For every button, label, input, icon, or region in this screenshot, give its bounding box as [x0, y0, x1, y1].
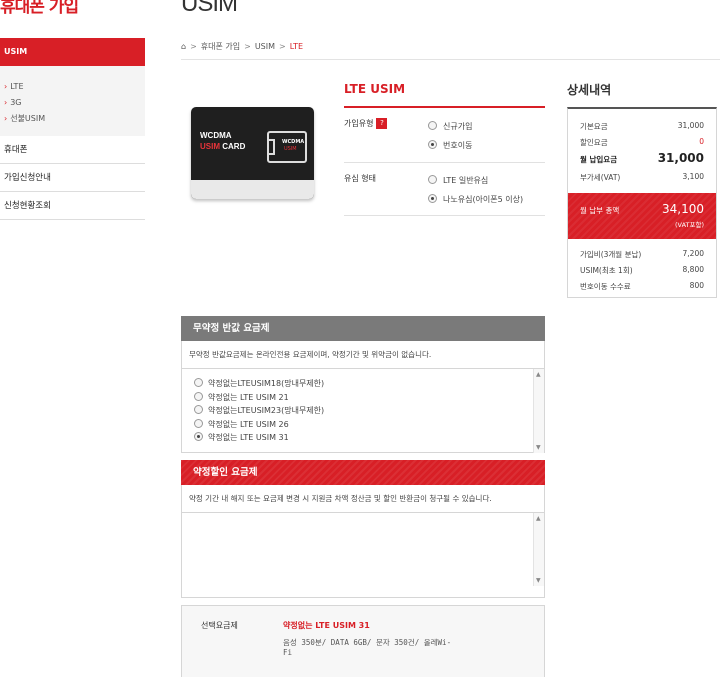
- radio-selected-icon: [194, 432, 203, 441]
- detail-panel: 기본요금 31,000 할인요금 0 월 납입요금 31,000 부가세(VAT) 3,…: [567, 107, 717, 298]
- detail-row: 할인요금 0: [580, 137, 704, 147]
- help-icon[interactable]: ?: [376, 118, 388, 129]
- divider: [181, 59, 720, 60]
- radio-icon: [194, 418, 203, 428]
- free-plans-header: 무약정 반값 요금제: [181, 316, 545, 341]
- scrollbar[interactable]: ▲ ▼: [533, 513, 544, 586]
- chevron-right-icon: ›: [4, 114, 8, 123]
- scroll-up-icon: ▲: [536, 371, 541, 378]
- detail-row: 부가세(VAT) 3,100: [580, 172, 704, 182]
- scroll-up-icon: ▲: [536, 515, 541, 522]
- selected-plan-desc: 음성 350분/ DATA 6GB/ 문자 350건/ 올레Wi-Fi: [283, 638, 452, 657]
- radio-lte-normal-sim[interactable]: LTE 일반유심: [428, 175, 488, 187]
- radio-nano-sim[interactable]: 나노유심(아이폰5 이상): [428, 194, 523, 206]
- sidebar-subitem-3g[interactable]: › 3G: [0, 95, 145, 111]
- plan-option[interactable]: 약정없는LTEUSIM23(망내무제한): [194, 404, 544, 418]
- discount-plans-panel: 약정 기간 내 해지 또는 요금제 변경 시 지원금 차액 정산금 및 할인 반…: [181, 485, 545, 598]
- radio-icon: [428, 121, 437, 130]
- detail-row: 번호이동 수수료 800: [580, 281, 704, 291]
- free-plans-panel: 무약정 반값요금제는 온라인전용 요금제이며, 약정기간 및 위약금이 없습니다…: [181, 341, 545, 453]
- join-type-label: 가입유형?: [344, 118, 388, 129]
- chevron-right-icon: ›: [4, 98, 8, 107]
- selected-plan-box: 선택요금제 약정없는 LTE USIM 31 음성 350분/ DATA 6GB…: [181, 605, 545, 677]
- sim-type-label: 유심 형태: [344, 174, 376, 183]
- radio-icon: [194, 405, 203, 414]
- sidebar-subitem-lte[interactable]: › LTE: [0, 79, 145, 95]
- detail-row: USIM(최초 1회) 8,800: [580, 265, 704, 275]
- scroll-down-icon: ▼: [536, 444, 541, 451]
- scroll-down-icon: ▼: [536, 577, 541, 584]
- radio-selected-icon: [428, 140, 437, 149]
- page-title: USIM: [181, 0, 238, 17]
- discount-plans-header: 약정할인 요금제: [181, 460, 545, 485]
- detail-title: 상세내역: [567, 83, 612, 97]
- radio-selected-icon: [428, 194, 437, 203]
- selected-plan-label: 선택요금제: [201, 621, 238, 630]
- monthly-total-amount: 34,100: [662, 202, 704, 216]
- detail-row: 기본요금 31,000: [580, 121, 704, 131]
- discount-plans-list[interactable]: ▲ ▼: [182, 513, 544, 586]
- breadcrumb-current: LTE: [289, 42, 304, 51]
- divider: [344, 162, 545, 163]
- radio-new-join[interactable]: 신규가입: [428, 121, 472, 133]
- radio-icon: [194, 378, 203, 387]
- breadcrumb-item[interactable]: 휴대폰 가입: [201, 42, 240, 51]
- usim-card-image: WCDMA USIM CARD WCDMA USIM: [191, 107, 314, 199]
- chevron-right-icon: ›: [4, 82, 8, 91]
- divider: [344, 106, 545, 108]
- radio-number-port[interactable]: 번호이동: [428, 140, 472, 152]
- radio-icon: [194, 391, 203, 401]
- sidebar-item-phone[interactable]: 휴대폰: [0, 136, 145, 164]
- breadcrumb: ⌂ > 휴대폰 가입 > USIM > LTE: [181, 42, 304, 51]
- plan-option[interactable]: 약정없는LTEUSIM18(망내무제한): [194, 377, 544, 391]
- detail-row-monthly: 월 납입요금 31,000: [580, 151, 704, 165]
- free-plans-note: 무약정 반값요금제는 온라인전용 요금제이며, 약정기간 및 위약금이 없습니다…: [182, 341, 544, 369]
- plan-option[interactable]: 약정없는 LTE USIM 21: [194, 391, 544, 405]
- divider: [344, 215, 545, 216]
- plan-option-selected[interactable]: 약정없는 LTE USIM 31: [194, 431, 544, 445]
- sidebar-item-join-guide[interactable]: 가입신청안내: [0, 164, 145, 192]
- product-title: LTE USIM: [344, 82, 406, 96]
- monthly-total-bar: 월 납부 총액 34,100 (VAT포함): [568, 193, 716, 239]
- plan-option[interactable]: 약정없는 LTE USIM 26: [194, 418, 544, 432]
- scrollbar[interactable]: ▲ ▼: [533, 369, 544, 453]
- sidebar-item-usim[interactable]: USIM: [0, 38, 145, 66]
- breadcrumb-item[interactable]: USIM: [255, 42, 275, 51]
- detail-row: 가입비(3개월 분납) 7,200: [580, 249, 704, 259]
- sim-chip-icon: WCDMA USIM: [267, 131, 307, 163]
- radio-icon: [428, 175, 437, 184]
- sidebar-subitem-prepaid[interactable]: › 선불USIM: [0, 111, 145, 127]
- sidebar-item-status[interactable]: 신청현황조회: [0, 192, 145, 220]
- free-plans-list[interactable]: 약정없는LTEUSIM18(망내무제한) 약정없는 LTE USIM 21 약정…: [182, 369, 544, 453]
- selected-plan-name: 약정없는 LTE USIM 31: [283, 621, 370, 630]
- home-icon[interactable]: ⌂: [181, 42, 186, 51]
- discount-plans-note: 약정 기간 내 해지 또는 요금제 변경 시 지원금 차액 정산금 및 할인 반…: [182, 485, 544, 513]
- brand-title: 휴대폰 가입: [0, 0, 79, 17]
- sidebar-submenu: › LTE › 3G › 선불USIM: [0, 66, 145, 136]
